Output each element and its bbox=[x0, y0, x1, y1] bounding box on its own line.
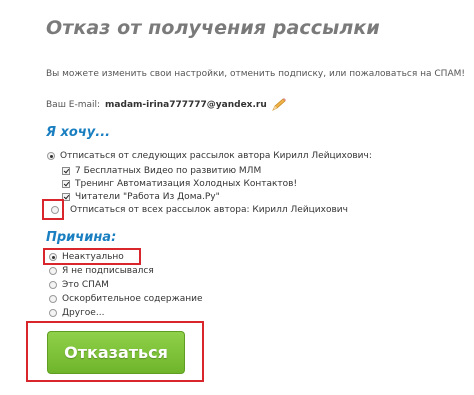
reason-option[interactable]: Оскорбительное содержание bbox=[49, 294, 203, 304]
subscription-item[interactable]: Тренинг Автоматизация Холодных Контактов… bbox=[62, 179, 297, 189]
subscription-checkbox[interactable] bbox=[62, 180, 70, 188]
reason-label: Я не подписывался bbox=[62, 266, 154, 276]
pencil-icon[interactable] bbox=[271, 98, 287, 112]
subscription-checkbox[interactable] bbox=[62, 167, 70, 175]
page-title: Отказ от получения рассылки bbox=[46, 17, 380, 39]
highlight-frame-reason bbox=[43, 248, 141, 265]
subscription-item[interactable]: 7 Бесплатных Видео по развитию МЛМ bbox=[62, 166, 261, 176]
option-unsubscribe-selected-label: Отписаться от следующих рассылок автора … bbox=[60, 151, 372, 161]
option-unsubscribe-all-label: Отписаться от всех рассылок автора: Кири… bbox=[70, 205, 348, 215]
reason-option[interactable]: Это СПАМ bbox=[49, 280, 109, 290]
reason-option[interactable]: Я не подписывался bbox=[49, 266, 154, 276]
subscription-item[interactable]: Читатели "Работа Из Дома.Ру" bbox=[62, 192, 220, 202]
reason-radio[interactable] bbox=[49, 281, 57, 289]
reason-radio[interactable] bbox=[49, 295, 57, 303]
radio-unsubscribe-selected[interactable] bbox=[47, 152, 55, 160]
email-label: Ваш E-mail: bbox=[46, 100, 101, 110]
reason-radio[interactable] bbox=[49, 267, 57, 275]
email-line: Ваш E-mail: madam-irina777777@yandex.ru bbox=[46, 98, 287, 112]
reason-heading: Причина: bbox=[46, 230, 117, 245]
email-value: madam-irina777777@yandex.ru bbox=[105, 100, 267, 110]
intro-text: Вы можете изменить свои настройки, отмен… bbox=[46, 69, 465, 79]
subscription-label: Читатели "Работа Из Дома.Ру" bbox=[75, 192, 220, 202]
reason-label: Оскорбительное содержание bbox=[62, 294, 203, 304]
option-unsubscribe-selected[interactable]: Отписаться от следующих рассылок автора … bbox=[47, 151, 372, 161]
want-heading: Я хочу... bbox=[46, 125, 111, 140]
unsubscribe-button[interactable]: Отказаться bbox=[47, 331, 185, 374]
reason-option[interactable]: Другое... bbox=[49, 308, 104, 318]
highlight-frame-unsubscribe-all bbox=[42, 199, 64, 220]
reason-radio[interactable] bbox=[49, 309, 57, 317]
reason-label: Другое... bbox=[62, 308, 105, 318]
subscription-label: Тренинг Автоматизация Холодных Контактов… bbox=[75, 179, 298, 189]
option-unsubscribe-all[interactable]: Отписаться от всех рассылок автора: Кири… bbox=[51, 205, 348, 215]
subscription-label: 7 Бесплатных Видео по развитию МЛМ bbox=[75, 166, 262, 176]
reason-label: Это СПАМ bbox=[62, 280, 109, 290]
